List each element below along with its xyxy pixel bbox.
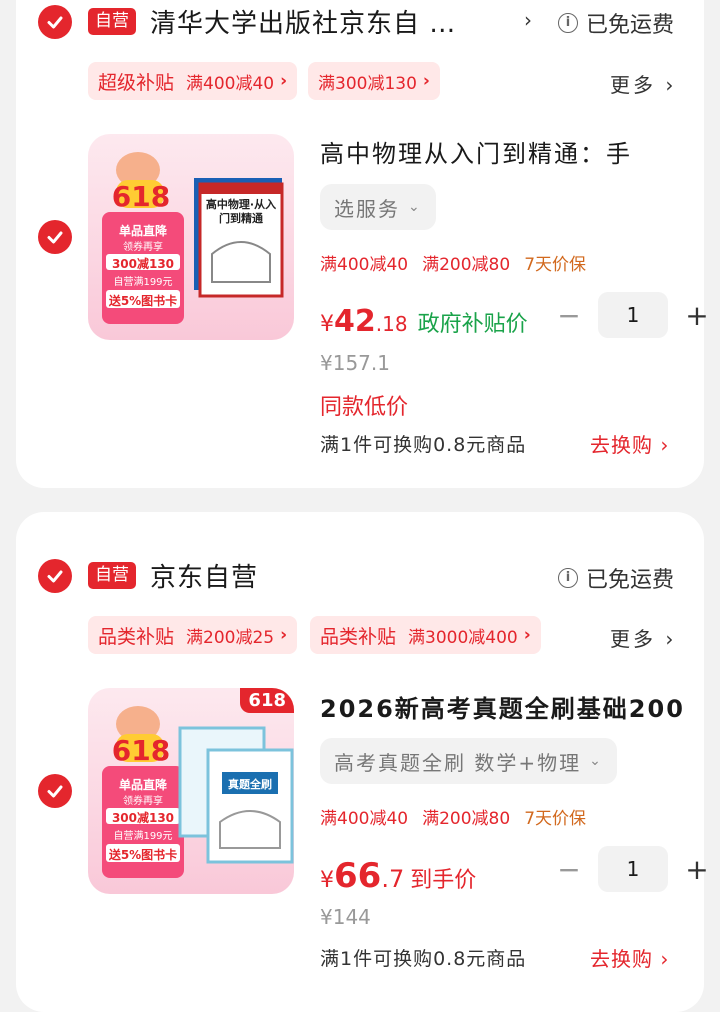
product-tags: 满400减40 满200减80 7天价保 [320,804,586,829]
price-decimal: .18 [375,312,408,336]
tag-price-protect: 7天价保 [524,809,587,829]
store-card-1: 自营 清华大学出版社京东自 … › i 已免运费 超级补贴 满400减40 › … [16,0,709,488]
select-service-dropdown[interactable]: 选服务 ⌄ [320,184,436,230]
price-currency: ¥ [320,868,334,893]
tag-discount: 满200减80 [422,255,511,275]
price-integer: 42 [334,304,376,339]
store-name[interactable]: 京东自营 [150,557,258,594]
chevron-right-icon: › [280,625,288,645]
promo-name: 超级补贴 [98,71,175,94]
checkmark-icon [47,231,63,244]
promo-618-text: 618 [111,734,171,767]
checkmark-icon [47,570,63,583]
promo-line: 送5%图书卡 [108,294,178,308]
same-item-low-price: 同款低价 [320,395,409,420]
free-shipping-label: 已免运费 [586,13,675,38]
promo-line: 300减130 [111,811,175,825]
decrease-quantity-button[interactable]: − [554,853,584,886]
original-price: ¥157.1 [320,351,390,375]
promo-line: 自营满199元 [113,831,173,842]
chevron-right-icon[interactable]: › [524,8,532,32]
promo-line: 送5%图书卡 [108,848,178,862]
book-cover-title: 真题全刷 [228,778,272,791]
free-shipping[interactable]: i 已免运费 [558,7,674,39]
store-select-checkbox[interactable] [38,559,72,593]
more-promos-link[interactable]: 更多 › [610,69,676,98]
more-promos-link[interactable]: 更多 › [610,623,676,652]
self-operated-badge: 自营 [88,8,136,35]
chevron-right-icon: › [523,625,531,645]
promo-pill-discount[interactable]: 满300减130 › [308,62,440,100]
tag-discount: 满200减80 [422,809,511,829]
chevron-down-icon: ⌄ [589,753,603,769]
swap-offer-text: 满1件可换购0.8元商品 [320,434,527,456]
promo-value: 满3000减400 [408,627,518,648]
book-cover-title: 高中物理·从入门到精通 [205,198,277,225]
quantity-input[interactable]: 1 [598,846,668,892]
go-swap-link[interactable]: 去换购 › [590,429,669,458]
promo-name: 品类补贴 [320,625,397,648]
self-operated-badge: 自营 [88,562,136,589]
chevron-right-icon: › [280,71,288,91]
product-select-checkbox[interactable] [38,220,72,254]
store-card-2: 自营 京东自营 i 已免运费 品类补贴 满200减25 › 品类补贴 满3000… [16,512,709,1012]
promo-value: 满200减25 [186,627,275,648]
product-image[interactable]: 618 单品直降 领券再享 300减130 自营满199元 送5%图书卡 真题全… [88,688,294,894]
promo-name: 品类补贴 [98,625,175,648]
promo-line: 领券再享 [123,796,163,807]
618-corner-badge: 618 [240,688,294,713]
service-label: 高考真题全刷 数学+物理 [334,750,582,775]
tag-discount: 满400减40 [320,809,409,829]
info-icon: i [558,568,578,588]
select-service-dropdown[interactable]: 高考真题全刷 数学+物理 ⌄ [320,738,617,784]
tag-price-protect: 7天价保 [524,255,587,275]
original-price: ¥144 [320,905,371,929]
product-select-checkbox[interactable] [38,774,72,808]
price-integer: 66 [334,856,382,896]
chevron-down-icon: ⌄ [408,199,422,215]
final-price-tag: 到手价 [410,868,477,893]
promo-pill-category-subsidy[interactable]: 品类补贴 满3000减400 › [310,616,541,654]
promo-line: 单品直降 [118,224,167,238]
free-shipping[interactable]: i 已免运费 [558,562,674,594]
price-currency: ¥ [320,312,334,337]
swap-offer-text: 满1件可换购0.8元商品 [320,948,527,970]
checkmark-icon [47,785,63,798]
promo-618-text: 618 [111,180,171,213]
service-label: 选服务 [334,196,400,221]
promo-line: 300减130 [111,257,175,271]
promo-value: 满300减130 [318,73,417,94]
product-title[interactable]: 2026新高考真题全刷基础200 [320,689,685,724]
increase-quantity-button[interactable]: + [682,299,712,332]
quantity-stepper: − 1 + [554,846,712,892]
increase-quantity-button[interactable]: + [682,853,712,886]
promo-line: 单品直降 [118,778,167,792]
go-swap-link[interactable]: 去换购 › [590,943,669,972]
product-tags: 满400减40 满200减80 7天价保 [320,250,586,275]
product-image[interactable]: 618 单品直降 领券再享 300减130 自营满199元 送5%图书卡 高中物… [88,134,294,340]
quantity-input[interactable]: 1 [598,292,668,338]
promo-pill-category-subsidy[interactable]: 品类补贴 满200减25 › [88,616,298,654]
promo-line: 自营满199元 [113,277,173,288]
decrease-quantity-button[interactable]: − [554,299,584,332]
chevron-right-icon: › [422,71,430,91]
gov-subsidy-price-tag: 政府补贴价 [417,312,528,337]
tag-discount: 满400减40 [320,255,409,275]
price: ¥ 66 .7 到手价 [320,856,476,896]
store-name[interactable]: 清华大学出版社京东自 … [150,3,456,40]
store-select-checkbox[interactable] [38,5,72,39]
promo-line: 领券再享 [123,242,163,253]
promo-pill-super-subsidy[interactable]: 超级补贴 满400减40 › [88,62,298,100]
info-icon: i [558,13,578,33]
checkmark-icon [47,16,63,29]
price-decimal: .7 [381,865,405,893]
quantity-stepper: − 1 + [554,292,712,338]
product-title[interactable]: 高中物理从入门到精通：手 [320,134,632,169]
price: ¥ 42 .18 政府补贴价 [320,304,528,339]
free-shipping-label: 已免运费 [586,568,675,593]
promo-value: 满400减40 [186,73,275,94]
